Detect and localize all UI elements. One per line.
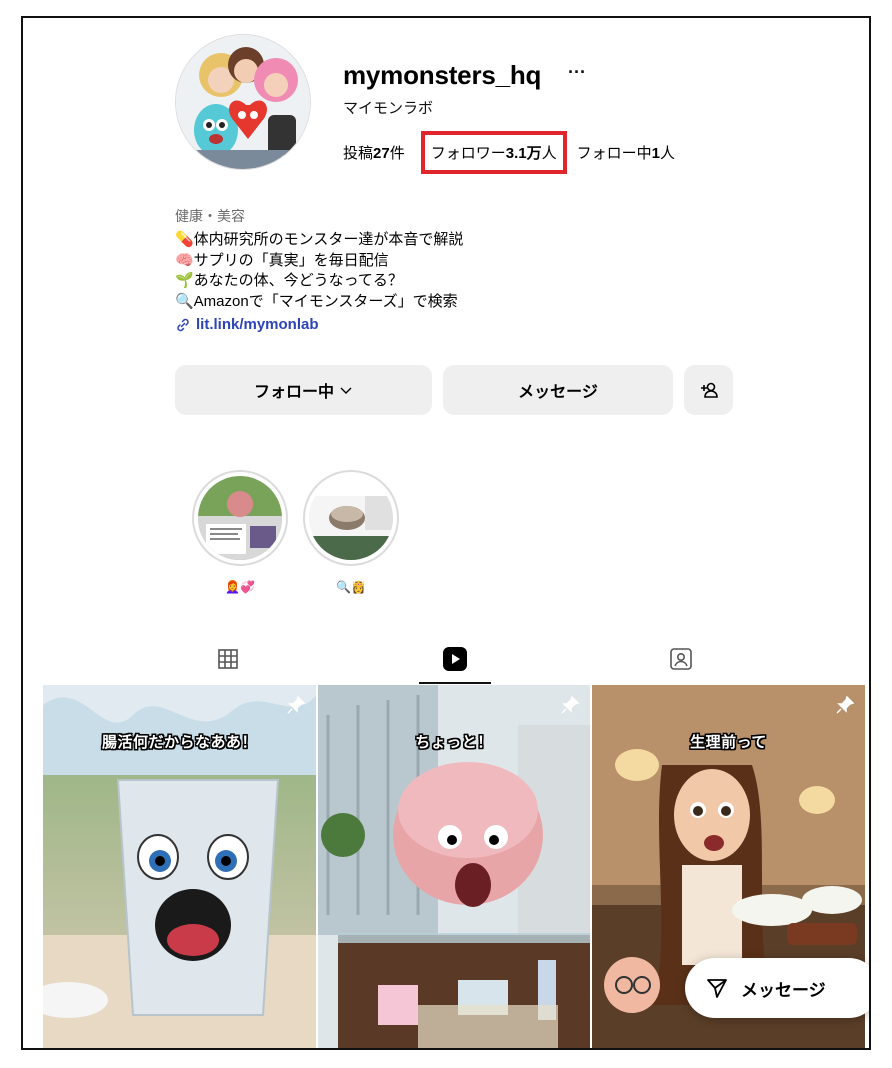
display-name: マイモンラボ [343, 100, 434, 117]
following-button-label: フォロー中 [253, 384, 334, 401]
message-button-label: メッセージ [518, 384, 598, 401]
reel-caption: ちょっと！ [415, 734, 493, 751]
active-tab-indicator [419, 682, 491, 684]
chevron-down-icon [340, 387, 352, 394]
reel-thumbnail[interactable]: ちょっと！ [318, 685, 590, 1048]
pin-icon [287, 695, 306, 714]
tab-reels[interactable] [440, 644, 470, 674]
profile-avatar[interactable] [175, 34, 311, 170]
add-user-icon [700, 382, 718, 398]
grid-icon [218, 649, 238, 669]
profile-link-text[interactable]: lit.link/mymonlab [196, 316, 319, 333]
bio-line: 💊体内研究所のモンスター達が本音で解説 [175, 231, 464, 248]
tagged-icon [670, 648, 692, 670]
reel-thumbnail[interactable]: 腸活何だからなああ！ [43, 685, 316, 1048]
floating-message-button[interactable]: メッセージ [685, 958, 869, 1018]
link-icon [177, 318, 189, 331]
pin-icon [836, 695, 855, 714]
profile-category: 健康・美容 [175, 208, 245, 224]
story-highlight[interactable] [303, 470, 399, 566]
bio-line: 🧠サプリの「真実」を毎日配信 [175, 251, 389, 269]
username: mymonsters_hq [343, 60, 542, 90]
message-button[interactable]: メッセージ [443, 365, 673, 415]
story-highlight[interactable] [192, 470, 288, 566]
bio-line: 🔍Amazonで「マイモンスターズ」で検索 [175, 292, 458, 310]
send-icon [707, 979, 727, 998]
reels-icon [443, 647, 467, 671]
profile-stats: 投稿27件 フォロワー3.1万人 フォロー中1人 [343, 131, 675, 174]
tab-tagged[interactable] [666, 644, 696, 674]
add-user-button[interactable] [684, 365, 733, 415]
highlight-label: 👩‍🦰💞 [225, 580, 255, 594]
posts-count: 投稿27件 [343, 145, 405, 162]
following-count[interactable]: フォロー中1人 [577, 142, 675, 163]
profile-page: mymonsters_hq ··· マイモンラボ 投稿27件 フォロワー3.1万… [21, 16, 871, 1050]
highlight-label: 🔍👸 [336, 580, 366, 594]
profile-bio: 💊体内研究所のモンスター達が本音で解説 🧠サプリの「真実」を毎日配信 🌱あなたの… [175, 230, 463, 312]
more-options-icon[interactable]: ··· [568, 62, 586, 83]
followers-count[interactable]: フォロワー3.1万人 [420, 131, 567, 174]
floating-message-label: メッセージ [741, 980, 826, 1000]
tab-posts[interactable] [213, 644, 243, 674]
reel-caption: 腸活何だからなああ！ [101, 734, 257, 751]
profile-link[interactable]: lit.link/mymonlab [175, 316, 319, 333]
bio-line: 🌱あなたの体、今どうなってる？ [175, 272, 403, 289]
following-button[interactable]: フォロー中 [175, 365, 432, 415]
reel-caption: 生理前って [690, 734, 767, 751]
pin-icon [561, 695, 580, 714]
